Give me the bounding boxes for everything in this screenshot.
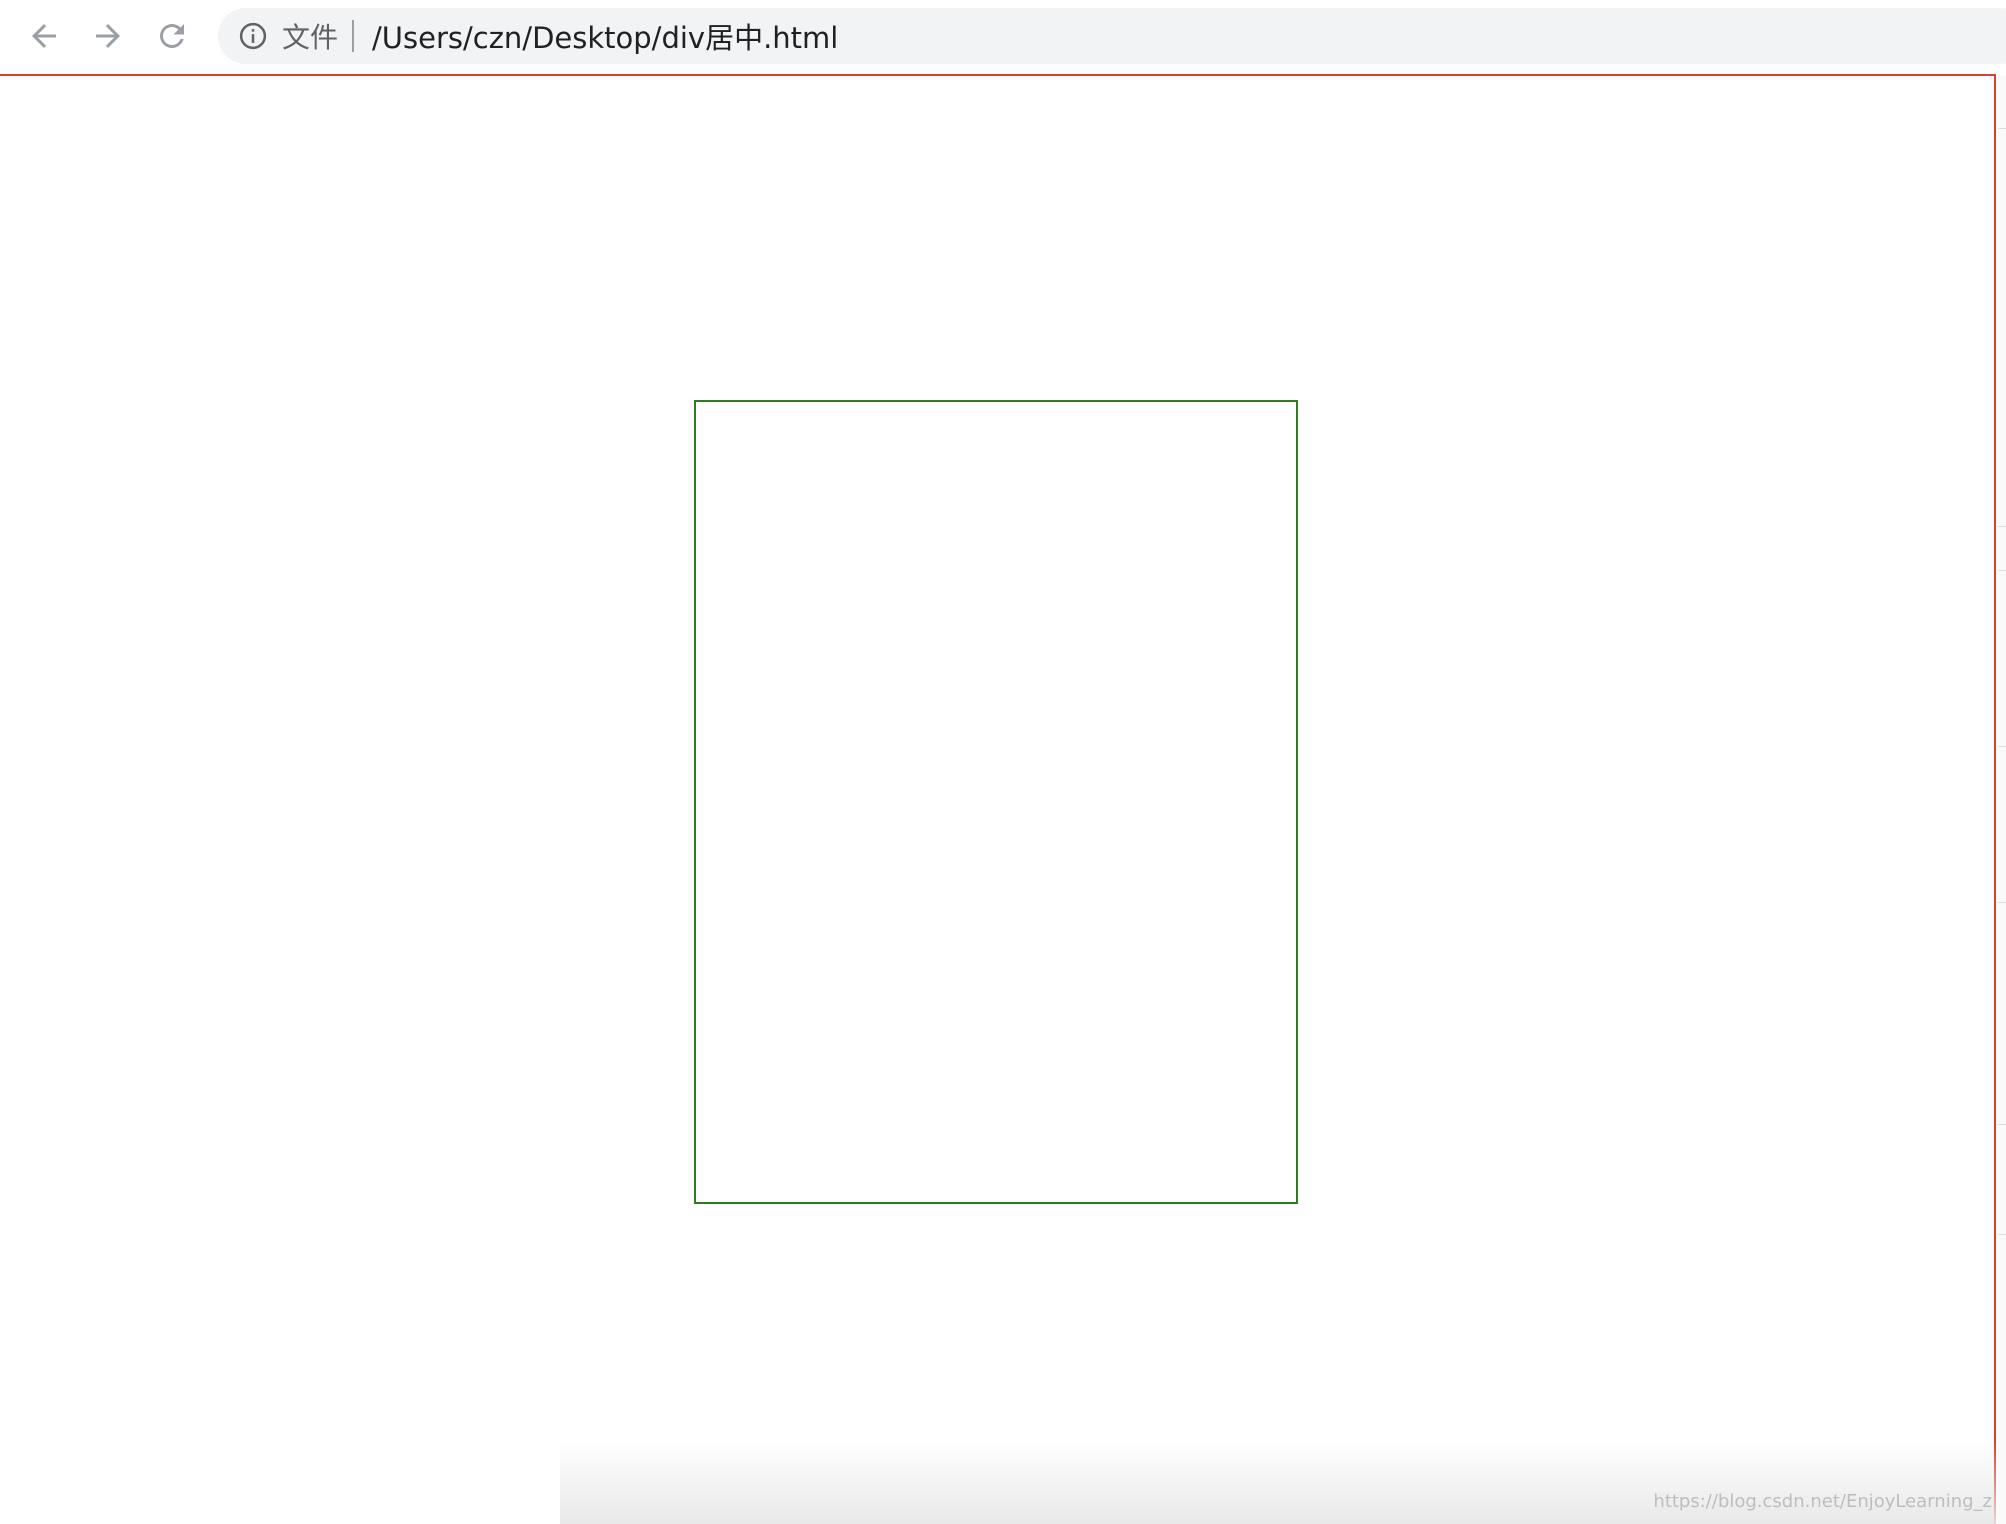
reload-button[interactable] [148, 12, 196, 60]
reload-icon [159, 23, 184, 48]
edge-tick [1998, 902, 2006, 903]
edge-tick [1998, 1234, 2006, 1235]
devtools-edge [1998, 76, 2006, 1524]
centered-div [694, 400, 1298, 1204]
scheme-label: 文件 [282, 21, 339, 54]
page-viewport [0, 74, 1996, 1524]
url-text[interactable]: /Users/czn/Desktop/div居中.html [372, 15, 838, 57]
address-divider [352, 20, 355, 52]
address-bar[interactable]: 文件 /Users/czn/Desktop/div居中.html [218, 8, 2006, 64]
info-icon[interactable] [236, 19, 270, 53]
back-button[interactable] [20, 12, 68, 60]
forward-button[interactable] [84, 12, 132, 60]
edge-tick [1998, 128, 2006, 129]
edge-tick [1998, 1124, 2006, 1125]
browser-toolbar: 文件 /Users/czn/Desktop/div居中.html [0, 0, 2006, 74]
arrow-right-icon [96, 24, 120, 48]
watermark-text: https://blog.csdn.net/EnjoyLearning_z [1653, 1491, 1992, 1512]
arrow-left-icon [32, 24, 56, 48]
edge-tick [1998, 746, 2006, 747]
edge-tick [1998, 526, 2006, 527]
edge-tick [1998, 570, 2006, 571]
